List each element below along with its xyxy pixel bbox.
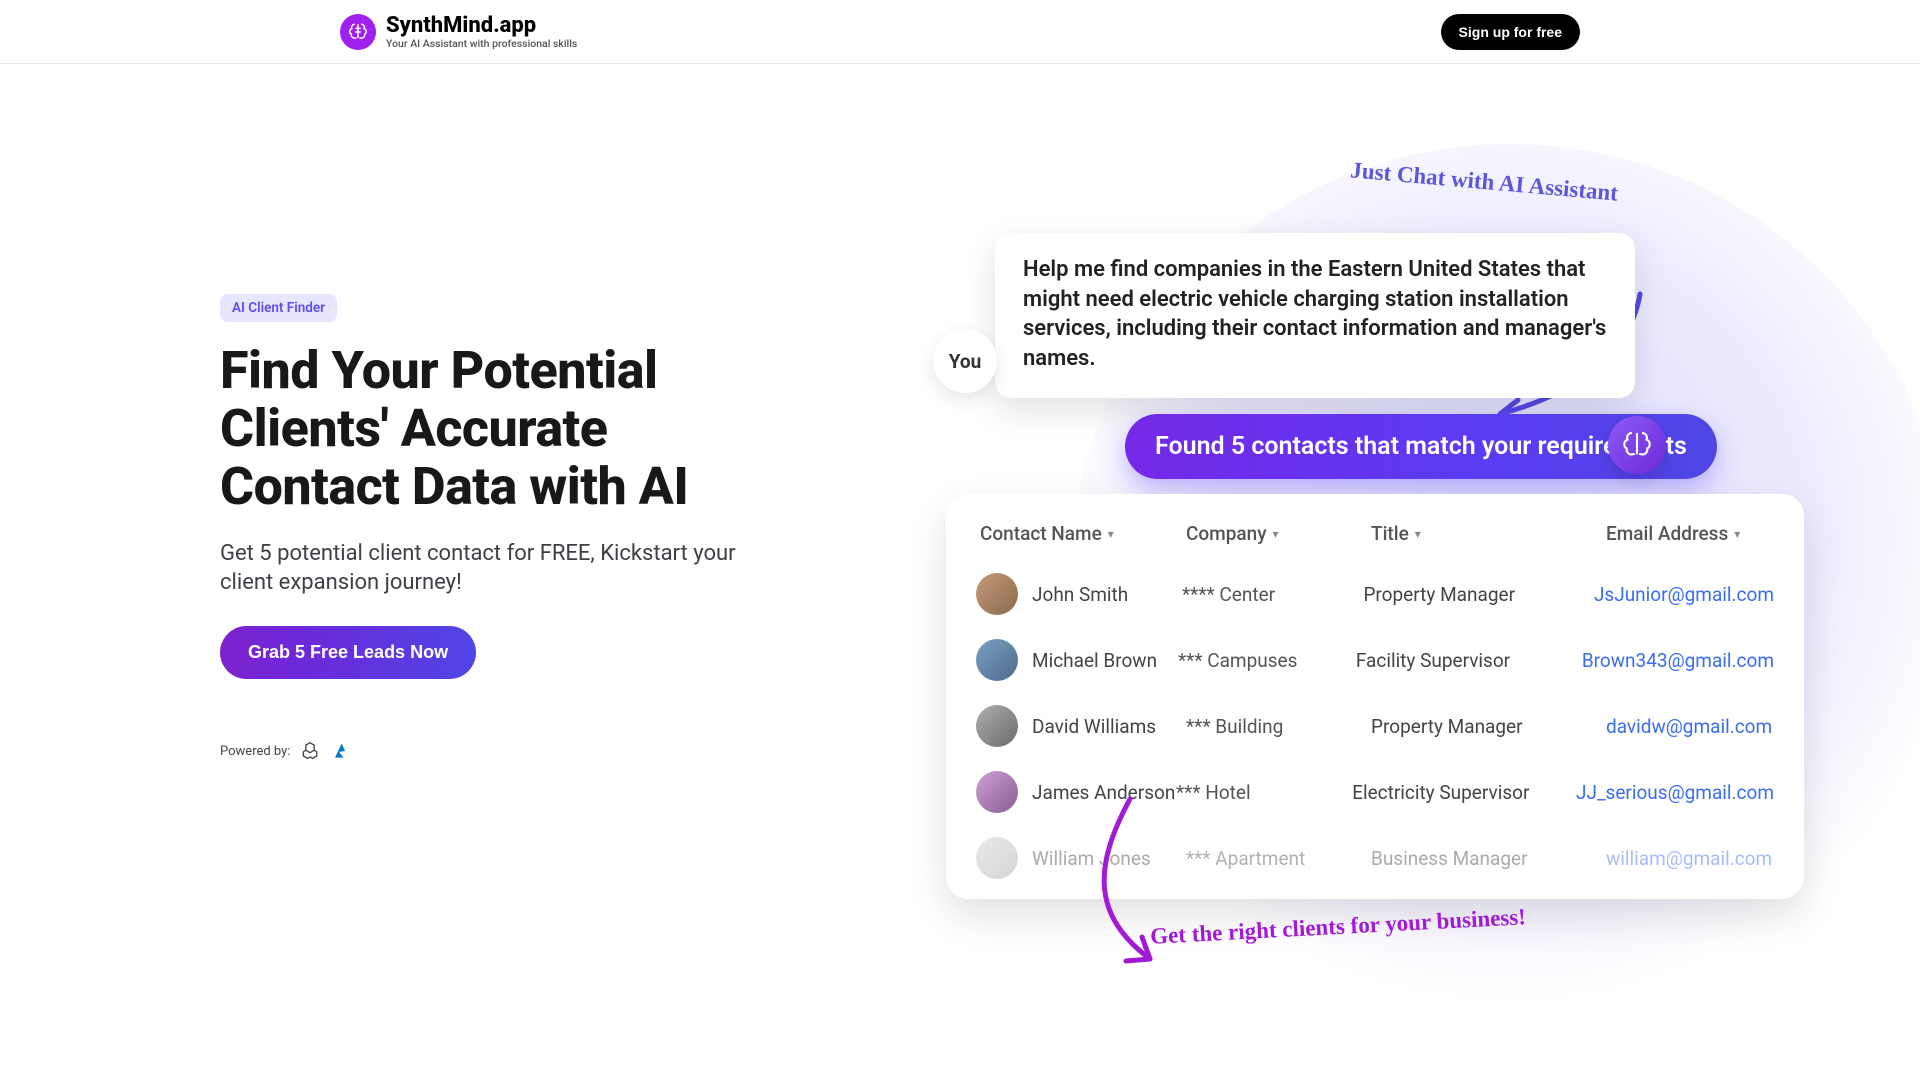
- col-name[interactable]: Contact Name▾: [976, 522, 1186, 545]
- cta-button[interactable]: Grab 5 Free Leads Now: [220, 626, 476, 679]
- cell-email: william@gmail.com: [1606, 847, 1774, 870]
- hero-headline: Find Your Potential Clients' Accurate Co…: [220, 342, 780, 517]
- cell-title: Property Manager: [1363, 583, 1594, 606]
- brand-logo[interactable]: SynthMind.app Your AI Assistant with pro…: [340, 14, 577, 50]
- col-title[interactable]: Title▾: [1371, 522, 1606, 545]
- ai-avatar-icon: [1608, 416, 1666, 474]
- avatar: [976, 573, 1018, 615]
- hero-section: AI Client Finder Find Your Potential Cli…: [0, 64, 1920, 761]
- chevron-down-icon: ▾: [1415, 527, 1421, 541]
- avatar: [976, 837, 1018, 879]
- table-header: Contact Name▾ Company▾ Title▾ Email Addr…: [976, 512, 1774, 561]
- cell-company: **** Center: [1182, 583, 1363, 606]
- cell-name: John Smith: [976, 573, 1182, 615]
- cell-company: *** Campuses: [1178, 649, 1356, 672]
- you-avatar: You: [933, 329, 997, 393]
- azure-icon: [330, 741, 350, 761]
- user-prompt-card: Help me find companies in the Eastern Un…: [995, 233, 1635, 398]
- col-email[interactable]: Email Address▾: [1606, 522, 1774, 545]
- hero-illustration: Just Chat with AI Assistant Help me find…: [940, 154, 1920, 1054]
- chevron-down-icon: ▾: [1273, 527, 1279, 541]
- site-header: SynthMind.app Your AI Assistant with pro…: [0, 0, 1920, 64]
- cell-name: David Williams: [976, 705, 1186, 747]
- table-row[interactable]: Michael Brown*** CampusesFacility Superv…: [976, 627, 1774, 693]
- avatar: [976, 639, 1018, 681]
- avatar: [976, 771, 1018, 813]
- cell-title: Property Manager: [1371, 715, 1606, 738]
- cell-title: Electricity Supervisor: [1352, 781, 1576, 804]
- product-badge: AI Client Finder: [220, 294, 337, 322]
- arrow-bottom-icon: [1060, 794, 1260, 984]
- table-row[interactable]: David Williams*** BuildingProperty Manag…: [976, 693, 1774, 759]
- hero-subcopy: Get 5 potential client contact for FREE,…: [220, 539, 780, 598]
- cell-title: Business Manager: [1371, 847, 1606, 870]
- col-company[interactable]: Company▾: [1186, 522, 1371, 545]
- table-row[interactable]: John Smith**** CenterProperty ManagerJsJ…: [976, 561, 1774, 627]
- avatar: [976, 705, 1018, 747]
- brand-icon: [340, 14, 376, 50]
- signup-button[interactable]: Sign up for free: [1441, 14, 1580, 50]
- cell-email: davidw@gmail.com: [1606, 715, 1774, 738]
- user-prompt-text: Help me find companies in the Eastern Un…: [1023, 257, 1606, 371]
- brand-name: SynthMind.app: [386, 14, 577, 37]
- brand-tagline: Your AI Assistant with professional skil…: [386, 38, 577, 49]
- cell-email: JJ_serious@gmail.com: [1576, 781, 1774, 804]
- cell-title: Facility Supervisor: [1356, 649, 1582, 672]
- cell-email: JsJunior@gmail.com: [1594, 583, 1774, 606]
- chevron-down-icon: ▾: [1734, 527, 1740, 541]
- cell-email: Brown343@gmail.com: [1582, 649, 1774, 672]
- cell-company: *** Building: [1186, 715, 1371, 738]
- cell-name: Michael Brown: [976, 639, 1178, 681]
- hero-copy: AI Client Finder Find Your Potential Cli…: [220, 104, 780, 761]
- powered-label: Powered by:: [220, 744, 290, 759]
- chevron-down-icon: ▾: [1108, 527, 1114, 541]
- powered-by: Powered by:: [220, 741, 780, 761]
- openai-icon: [300, 741, 320, 761]
